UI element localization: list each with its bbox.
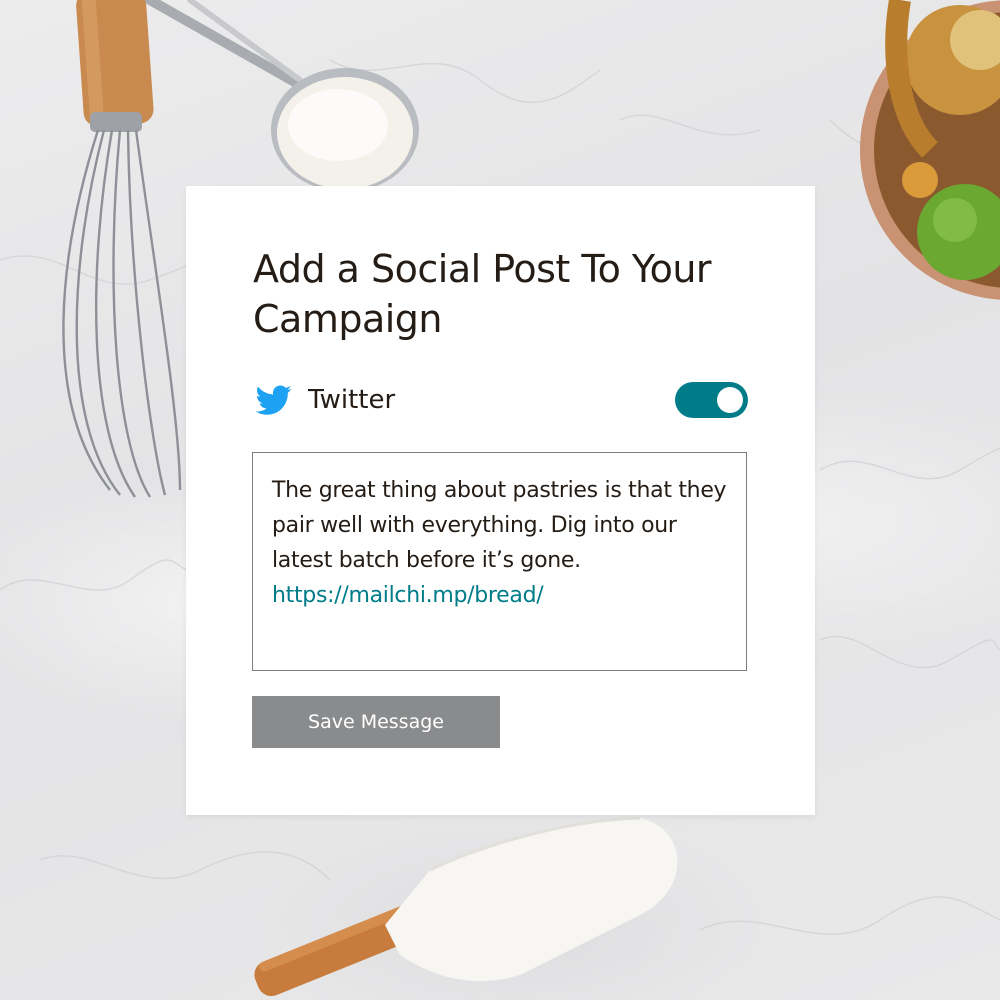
save-message-button[interactable]: Save Message	[252, 696, 500, 748]
toggle-knob	[717, 387, 743, 413]
whisk-prop	[62, 0, 182, 498]
card-title: Add a Social Post To Your Campaign	[253, 247, 712, 341]
network-row: Twitter	[253, 380, 748, 424]
twitter-enable-toggle[interactable]	[675, 382, 748, 418]
message-textarea[interactable]: The great thing about pastries is that t…	[252, 452, 747, 671]
measuring-cup-prop	[145, 0, 419, 192]
network-label: Twitter	[308, 385, 396, 415]
twitter-bird-icon	[255, 385, 292, 415]
message-body: The great thing about pastries is that t…	[272, 478, 727, 573]
social-post-card: Add a Social Post To Your Campaign Twitt…	[186, 186, 815, 815]
message-link[interactable]: https://mailchi.mp/bread/	[272, 578, 727, 613]
bowl-prop	[860, 0, 1000, 300]
spatula-prop	[254, 816, 678, 997]
